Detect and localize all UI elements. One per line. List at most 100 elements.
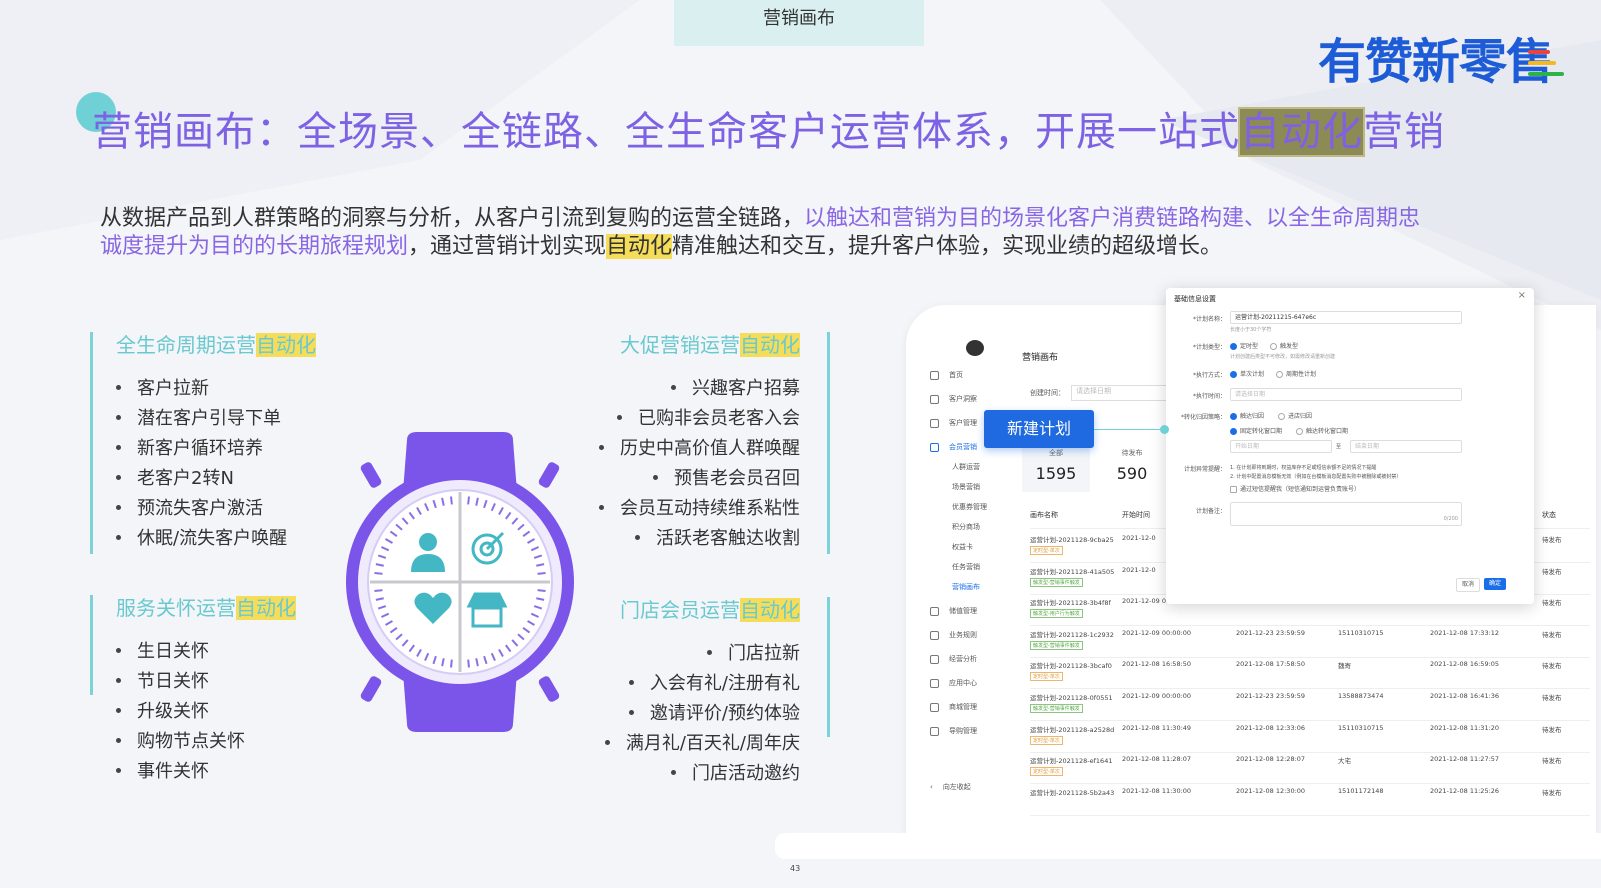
- connector-dot: [1160, 425, 1169, 434]
- exec-periodic-radio[interactable]: 周期性计划: [1276, 369, 1316, 378]
- table-row[interactable]: 运营计划-2021128-3bcaf0 定时型-单次 2021-12-08 16:5…: [1030, 658, 1590, 690]
- cancel-button[interactable]: 取消: [1456, 578, 1480, 592]
- block-promo: 大促营销运营自动化 兴趣客户招募 已购非会员老客入会 历史中高价值人群唤醒 预售…: [560, 332, 830, 554]
- watch-tick: [537, 572, 546, 575]
- plan-name-input[interactable]: 运营计划-20211215-647e6c: [1230, 311, 1462, 324]
- logo-bars-icon: [1528, 50, 1568, 86]
- list-item: 潜在客户引导下单: [116, 404, 350, 434]
- block-title: 大促营销运营自动化: [620, 333, 800, 357]
- table-cell: 运营计划-2021128-5b2a43: [1030, 788, 1115, 797]
- stat-pending[interactable]: 待发布 590: [1098, 440, 1166, 492]
- block-bar: [827, 597, 830, 737]
- watch-tick: [537, 589, 546, 592]
- table-cell: 2021-12-08 12:33:06: [1236, 723, 1306, 732]
- list-item: 邀请评价/预约体验: [560, 699, 800, 729]
- table-cell: 2021-12-08 11:28:07: [1122, 755, 1192, 764]
- app-logo-icon: [966, 340, 984, 356]
- block-title: 全生命周期运营自动化: [116, 333, 316, 357]
- plan-type-tag: 触发型-用户行为触发: [1030, 609, 1083, 619]
- date-start-input[interactable]: 开始日期: [1230, 440, 1332, 453]
- table-cell: 待发布: [1542, 788, 1562, 797]
- list-item: 兴趣客户招募: [560, 374, 800, 404]
- table-cell: 15101172148: [1338, 786, 1384, 795]
- plan-name-label: *计划名称：: [1192, 316, 1226, 323]
- table-cell: 待发布: [1542, 567, 1562, 576]
- remark-textarea[interactable]: 0/200: [1230, 502, 1462, 526]
- conv-touch-window-radio[interactable]: 触达转化窗口期: [1296, 426, 1348, 435]
- title-highlight: 自动化: [1238, 107, 1365, 157]
- sidebar-subitem-canvas[interactable]: 营销画布: [952, 582, 980, 592]
- conv-fixed-window-radio[interactable]: 固定转化窗口期: [1230, 426, 1282, 435]
- exec-once-radio[interactable]: 单次计划: [1230, 369, 1264, 378]
- block-list: 生日关怀 节日关怀 升级关怀 购物节点关怀 事件关怀: [116, 637, 350, 787]
- table-cell: 2021-12-08 11:30:49: [1122, 723, 1192, 732]
- exec-time-input[interactable]: 请选择日期: [1230, 388, 1462, 401]
- sidebar-item-insight[interactable]: 客户洞察: [930, 394, 977, 404]
- sidebar-subitem[interactable]: 积分商场: [952, 522, 980, 532]
- close-icon[interactable]: ×: [1518, 290, 1526, 301]
- sidebar-item-rules[interactable]: 业务规则: [930, 630, 977, 640]
- sidebar-item-customers[interactable]: 客户管理: [930, 418, 977, 428]
- table-row[interactable]: 运营计划-2021128-a2528d 定时型-单次 2021-12-08 11:3…: [1030, 722, 1590, 753]
- block-bar: [827, 332, 830, 554]
- sidebar-item-member-marketing[interactable]: 会员营销: [930, 442, 977, 452]
- watch-illustration: [346, 432, 574, 732]
- sidebar-subitem[interactable]: 权益卡: [952, 542, 973, 552]
- plan-type-trigger-radio[interactable]: 触发型: [1270, 341, 1298, 350]
- table-cell: 运营计划-2021128-0f0551: [1030, 694, 1113, 702]
- list-item: 已购非会员老客入会: [560, 404, 800, 434]
- sidebar-item-home[interactable]: 首页: [930, 370, 963, 380]
- intro-part3: 精准触达和交互，提升客户体验，实现业绩的超级增长。: [672, 234, 1223, 259]
- table-row[interactable]: 运营计划-2021128-ef1641 定时型-单次 2021-12-08 11:2…: [1030, 753, 1590, 785]
- table-row[interactable]: 运营计划-2021128-1c2932 触发型-营销事件触发 2021-12-09 …: [1030, 627, 1590, 658]
- sidebar-subitem[interactable]: 优惠券管理: [952, 502, 987, 512]
- block-bar: [90, 595, 93, 695]
- table-row[interactable]: 运营计划-2021128-5b2a43 2021-12-08 11:30:00 20…: [1030, 785, 1590, 816]
- table-cell: 2021-12-08 11:30:00: [1122, 786, 1192, 795]
- list-item: 满月礼/百天礼/周年庆: [560, 729, 800, 759]
- date-separator: 至: [1336, 444, 1342, 450]
- sidebar-subitem[interactable]: 场景营销: [952, 482, 980, 492]
- plan-type-tag: 触发型-营销事件触发: [1030, 704, 1083, 713]
- table-cell: 运营计划-2021128-9cba25: [1030, 536, 1114, 544]
- block-lifecycle: 全生命周期运营自动化 客户拉新 潜在客户引导下单 新客户循环培养 老客户2转N …: [90, 332, 350, 554]
- page-title: 营销画布：全场景、全链路、全生命客户运营体系，开展一站式自动化营销: [92, 104, 1445, 160]
- list-item: 预流失客户激活: [116, 494, 350, 524]
- table-cell: 运营计划-2021128-41a505: [1030, 567, 1115, 576]
- table-cell: 15110310715: [1338, 628, 1384, 637]
- new-plan-button[interactable]: 新建计划: [984, 410, 1094, 448]
- list-item: 预售老会员召回: [560, 464, 800, 494]
- list-item: 门店活动邀约: [560, 759, 800, 789]
- date-end-input[interactable]: 结束日期: [1350, 440, 1462, 453]
- sidebar-item-mall[interactable]: 商城管理: [930, 702, 977, 712]
- table-row[interactable]: 运营计划-2021128-0f0551 触发型-营销事件触发 2021-12-09 …: [1030, 690, 1590, 721]
- sidebar-collapse[interactable]: ‹ 向左收起: [930, 782, 971, 792]
- sidebar-item-analysis[interactable]: 经营分析: [930, 654, 977, 664]
- block-list: 门店拉新 入会有礼/注册有礼 邀请评价/预约体验 满月礼/百天礼/周年庆 门店活…: [560, 639, 800, 789]
- plan-type-timed-radio[interactable]: 定时型: [1230, 341, 1258, 350]
- sms-reminder-checkbox[interactable]: 通过短信提醒我（短信通知到运营负责账号）: [1230, 484, 1360, 493]
- sidebar-item-apps[interactable]: 应用中心: [930, 678, 977, 688]
- list-item: 购物节点关怀: [116, 727, 350, 757]
- confirm-button[interactable]: 确定: [1484, 578, 1506, 590]
- plan-type-tag: 触发型-营销事件触发: [1030, 640, 1083, 650]
- section-tab: 营销画布: [674, 0, 924, 46]
- conv-store-radio[interactable]: 进店归因: [1278, 411, 1312, 420]
- table-cell: 2021-12-08 16:58:50: [1122, 660, 1192, 669]
- list-item: 历史中高价值人群唤醒: [560, 434, 800, 464]
- date-filter: 创建时间： 请选择日期: [1030, 385, 1183, 401]
- table-cell: 待发布: [1542, 725, 1562, 734]
- list-item: 升级关怀: [116, 697, 350, 727]
- sidebar-item-stored-value[interactable]: 储值管理: [930, 606, 977, 616]
- table-cell: 魏寄: [1338, 662, 1351, 671]
- plan-type-tag: 定时型-单次: [1030, 735, 1063, 745]
- sidebar-subitem[interactable]: 任务营销: [952, 562, 980, 572]
- plan-type-tag: 定时型-单次: [1030, 546, 1063, 555]
- app-page-title: 营销画布: [1022, 353, 1059, 363]
- sidebar-subitem[interactable]: 人群运营: [952, 462, 980, 472]
- conv-touch-radio[interactable]: 触达归因: [1230, 411, 1264, 420]
- block-title: 门店会员运营自动化: [620, 598, 800, 622]
- sidebar-item-guide[interactable]: 导购管理: [930, 726, 977, 736]
- plan-type-hint: 计划创建后类型不可修改，如需修改请重新创建: [1230, 354, 1336, 360]
- remark-label: 计划备注：: [1195, 508, 1226, 515]
